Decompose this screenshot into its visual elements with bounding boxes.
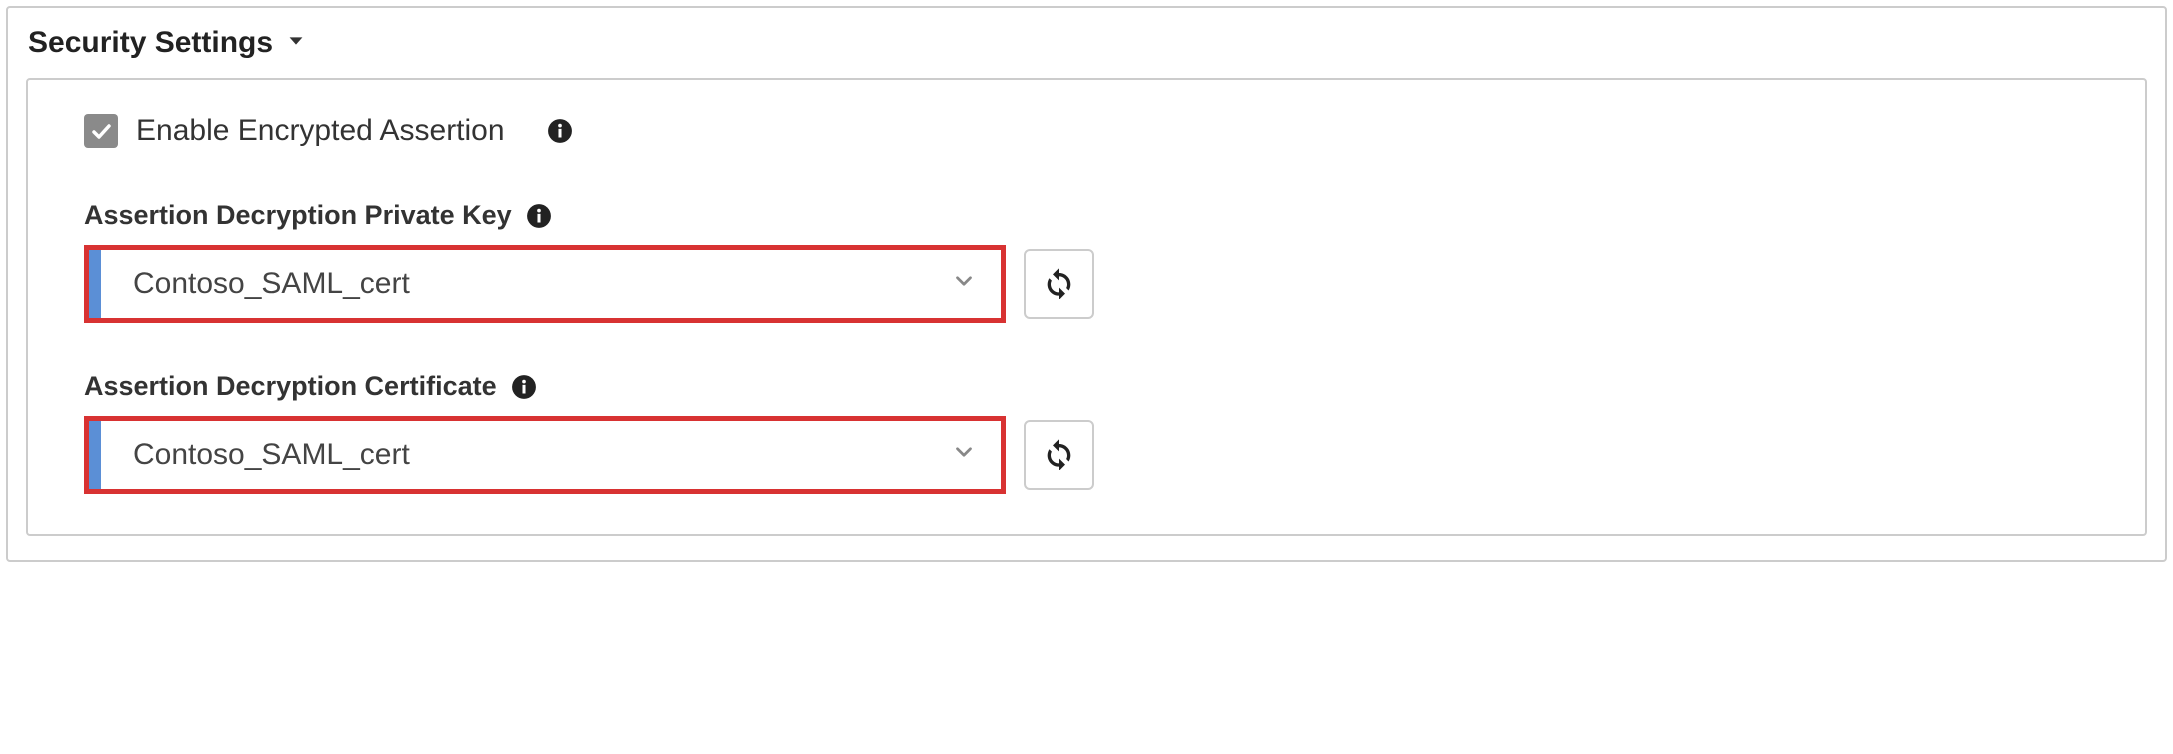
select-accent-bar	[89, 250, 101, 318]
section-body: Enable Encrypted Assertion Assertion Dec…	[26, 78, 2147, 536]
security-settings-panel: Security Settings Enable Encrypted Asser…	[6, 6, 2167, 562]
section-header[interactable]: Security Settings	[28, 26, 2147, 60]
chevron-down-icon	[951, 439, 977, 472]
private-key-select[interactable]: Contoso_SAML_cert	[89, 250, 1001, 318]
chevron-down-icon	[951, 268, 977, 301]
private-key-label-row: Assertion Decryption Private Key	[84, 200, 2105, 231]
private-key-group: Assertion Decryption Private Key Contoso…	[84, 200, 2105, 323]
private-key-label: Assertion Decryption Private Key	[84, 200, 512, 231]
certificate-select[interactable]: Contoso_SAML_cert	[89, 421, 1001, 489]
certificate-select-value: Contoso_SAML_cert	[101, 438, 951, 472]
info-icon[interactable]	[526, 203, 552, 229]
certificate-refresh-button[interactable]	[1024, 420, 1094, 490]
private-key-select-highlight: Contoso_SAML_cert	[84, 245, 1006, 323]
info-icon[interactable]	[511, 374, 537, 400]
section-title: Security Settings	[28, 26, 273, 60]
enable-encrypted-label: Enable Encrypted Assertion	[136, 114, 505, 148]
select-accent-bar	[89, 421, 101, 489]
certificate-control-row: Contoso_SAML_cert	[84, 416, 2105, 494]
private-key-refresh-button[interactable]	[1024, 249, 1094, 319]
refresh-icon	[1043, 267, 1075, 302]
certificate-label-row: Assertion Decryption Certificate	[84, 371, 2105, 402]
refresh-icon	[1043, 438, 1075, 473]
enable-encrypted-checkbox[interactable]	[84, 114, 118, 148]
private-key-select-value: Contoso_SAML_cert	[101, 267, 951, 301]
certificate-group: Assertion Decryption Certificate Contoso…	[84, 371, 2105, 494]
info-icon[interactable]	[547, 118, 573, 144]
certificate-select-highlight: Contoso_SAML_cert	[84, 416, 1006, 494]
enable-encrypted-row: Enable Encrypted Assertion	[84, 114, 2105, 148]
certificate-label: Assertion Decryption Certificate	[84, 371, 497, 402]
private-key-control-row: Contoso_SAML_cert	[84, 245, 2105, 323]
caret-down-icon	[285, 26, 307, 60]
